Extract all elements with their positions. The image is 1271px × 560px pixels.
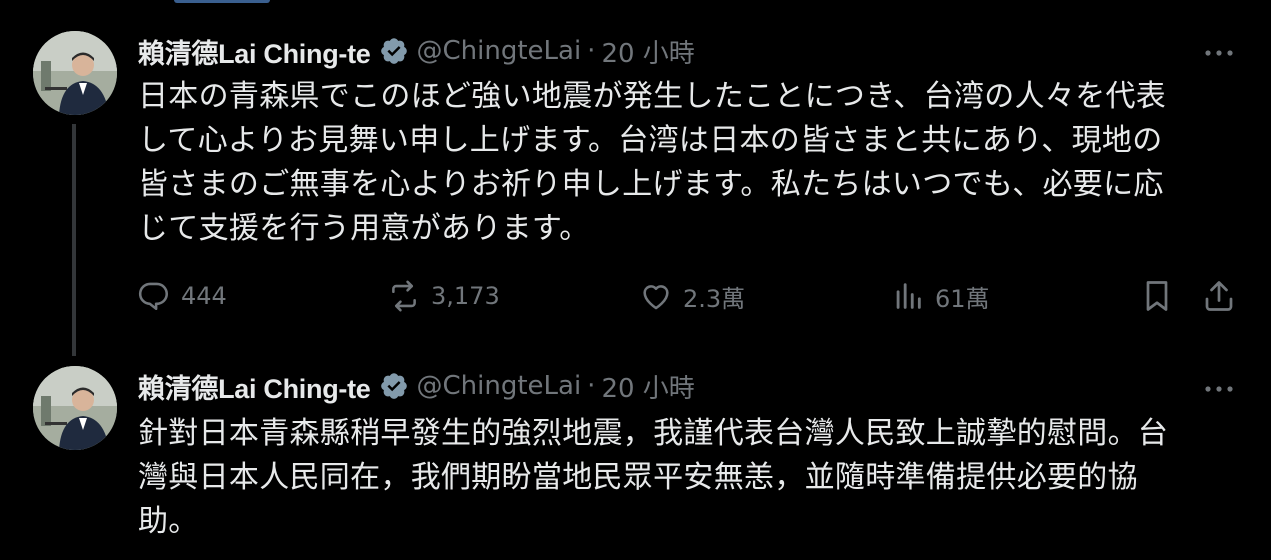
handle[interactable]: @ChingteLai: [417, 36, 582, 66]
timestamp[interactable]: 20 小時: [601, 33, 694, 70]
verified-badge-icon: [379, 36, 409, 66]
avatar[interactable]: [33, 366, 117, 450]
handle[interactable]: @ChingteLai: [417, 371, 582, 401]
repost-button[interactable]: 3,173: [385, 274, 500, 318]
text-line: 針對日本青森縣稍早發生的強烈地震，我謹代表台灣人民致上誠摯的慰問。台: [138, 416, 1169, 451]
reply-button[interactable]: 444: [135, 274, 227, 318]
views-count: 61萬: [935, 284, 990, 313]
action-bar: 444 3,173 2.3萬 61萬: [135, 274, 1245, 318]
like-button[interactable]: 2.3萬: [637, 274, 745, 318]
tweet-header: 賴清德Lai Ching-te @ChingteLai · 20 小時: [138, 366, 695, 406]
more-icon[interactable]: [1199, 374, 1239, 404]
text-line: 助。: [138, 504, 199, 539]
like-icon: [637, 279, 675, 313]
text-line: して心よりお見舞い申し上げます。台湾は日本の皆さまと共にあり、現地の: [138, 123, 1163, 158]
like-count: 2.3萬: [683, 284, 746, 313]
share-button[interactable]: [1201, 274, 1237, 318]
text-line: 日本の青森県でこのほど強い地震が発生したことにつき、台湾の人々を代表: [138, 79, 1167, 114]
reply-icon: [135, 279, 173, 313]
avatar[interactable]: [33, 31, 117, 115]
repost-icon: [385, 279, 423, 313]
text-line: 灣與日本人民同在，我們期盼當地民眾平安無恙，並隨時準備提供必要的協: [138, 460, 1138, 495]
thread-line: [72, 124, 76, 356]
display-name[interactable]: 賴清德Lai Ching-te: [138, 367, 371, 406]
text-line: 皆さまのご無事を心よりお祈り申し上げます。私たちはいつでも、必要に応: [138, 167, 1164, 202]
tweet[interactable]: 賴清德Lai Ching-te @ChingteLai · 20 小時 針對日本…: [0, 360, 1271, 560]
bookmark-button[interactable]: [1139, 274, 1175, 318]
views-icon: [889, 279, 927, 313]
reply-count: 444: [181, 282, 227, 310]
text-line: じて支援を行う用意があります。: [138, 211, 590, 246]
views-button[interactable]: 61萬: [889, 274, 990, 318]
share-icon: [1201, 278, 1237, 314]
tweet-text: 針對日本青森縣稍早發生的強烈地震，我謹代表台灣人民致上誠摯的慰問。台 灣與日本人…: [138, 412, 1238, 544]
timestamp[interactable]: 20 小時: [601, 368, 694, 405]
more-icon[interactable]: [1199, 38, 1239, 68]
verified-badge-icon: [379, 371, 409, 401]
repost-count: 3,173: [431, 282, 500, 310]
bookmark-icon: [1139, 278, 1175, 314]
tweet[interactable]: 賴清德Lai Ching-te @ChingteLai · 20 小時 日本の青…: [0, 0, 1271, 360]
display-name[interactable]: 賴清德Lai Ching-te: [138, 32, 371, 71]
tweet-text: 日本の青森県でこのほど強い地震が発生したことにつき、台湾の人々を代表 して心より…: [138, 75, 1238, 251]
separator: ·: [587, 36, 596, 66]
separator: ·: [587, 371, 596, 401]
tweet-header: 賴清德Lai Ching-te @ChingteLai · 20 小時: [138, 31, 695, 71]
